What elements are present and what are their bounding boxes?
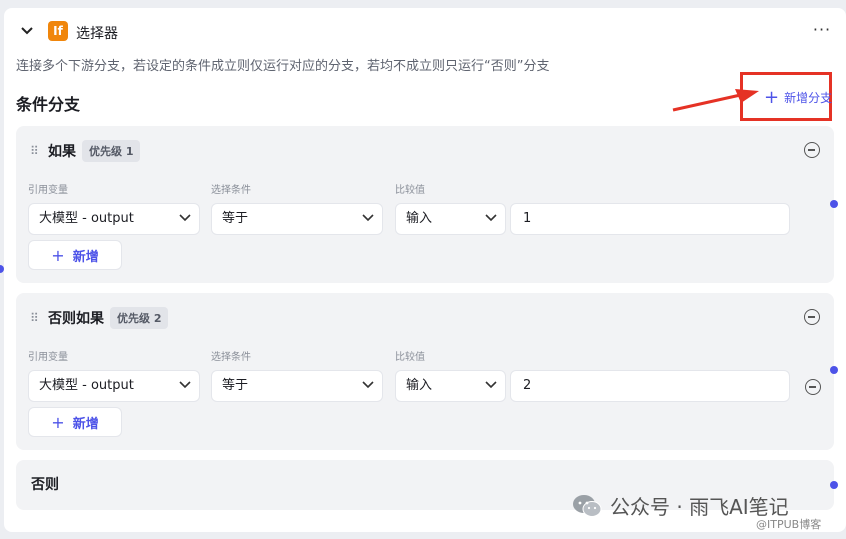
branch-header: ⠿ 否则如果 优先级 2 <box>30 307 169 329</box>
drag-handle-icon[interactable]: ⠿ <box>30 311 42 325</box>
compare-type-select[interactable]: 输入 <box>395 370 506 402</box>
node-title[interactable]: 选择器 <box>76 23 118 43</box>
add-condition-label: 新增 <box>72 416 99 432</box>
add-branch-label: 新增分支 <box>784 91 833 105</box>
add-condition-label: 新增 <box>72 249 99 265</box>
condition-column-label: 选择条件 <box>211 185 251 196</box>
output-port-dot[interactable] <box>830 200 838 208</box>
else-label: 否则 <box>31 477 59 493</box>
collapse-chevron-icon[interactable] <box>20 24 34 38</box>
plus-icon: + <box>51 245 65 265</box>
branch-header: ⠿ 如果 优先级 1 <box>30 140 141 162</box>
drag-handle-icon[interactable]: ⠿ <box>30 144 42 158</box>
more-options-icon[interactable]: ··· <box>812 21 832 41</box>
remove-branch-icon[interactable] <box>804 309 820 325</box>
compare-type-value: 输入 <box>406 378 433 393</box>
priority-badge: 优先级 1 <box>82 140 141 162</box>
add-condition-button[interactable]: + 新增 <box>28 240 122 270</box>
chevron-down-icon <box>485 214 497 222</box>
chevron-down-icon <box>485 381 497 389</box>
condition-select-value: 等于 <box>222 378 249 393</box>
plus-icon: + <box>51 412 65 432</box>
wechat-icon <box>573 494 602 517</box>
variable-select-value: 大模型 - output <box>39 211 134 226</box>
condition-column-label: 选择条件 <box>211 352 251 363</box>
remove-branch-icon[interactable] <box>804 142 820 158</box>
condition-select-value: 等于 <box>222 211 249 226</box>
add-branch-button[interactable]: + 新增分支 <box>764 86 833 108</box>
variable-select-value: 大模型 - output <box>39 378 134 393</box>
chevron-down-icon <box>362 381 374 389</box>
output-port-dot[interactable] <box>830 481 838 489</box>
chevron-down-icon <box>362 214 374 222</box>
condition-branch-card: ⠿ 否则如果 优先级 2 引用变量 选择条件 比较值 大模型 - output … <box>16 293 834 450</box>
remove-condition-icon[interactable] <box>805 379 821 395</box>
variable-select[interactable]: 大模型 - output <box>28 370 200 402</box>
compare-column-label: 比较值 <box>395 352 425 363</box>
condition-select[interactable]: 等于 <box>211 370 383 402</box>
section-title: 条件分支 <box>16 95 81 114</box>
chevron-down-icon <box>179 381 191 389</box>
compare-value-input[interactable]: 2 <box>510 370 790 402</box>
variable-column-label: 引用变量 <box>28 352 68 363</box>
branch-label: 否则如果 <box>48 311 104 327</box>
variable-select[interactable]: 大模型 - output <box>28 203 200 235</box>
compare-type-select[interactable]: 输入 <box>395 203 506 235</box>
output-port-dot[interactable] <box>830 366 838 374</box>
add-condition-button[interactable]: + 新增 <box>28 407 122 437</box>
compare-column-label: 比较值 <box>395 185 425 196</box>
chevron-down-icon <box>179 214 191 222</box>
compare-type-value: 输入 <box>406 211 433 226</box>
priority-badge: 优先级 2 <box>110 307 169 329</box>
plus-icon: + <box>764 86 780 108</box>
node-header: If 选择器 ··· <box>4 18 846 46</box>
selector-node-panel: If 选择器 ··· 连接多个下游分支，若设定的条件成立则仅运行对应的分支，若均… <box>4 8 846 532</box>
sub-watermark: @ITPUB博客 <box>756 518 822 531</box>
branch-label: 如果 <box>48 144 76 160</box>
variable-column-label: 引用变量 <box>28 185 68 196</box>
condition-branch-card: ⠿ 如果 优先级 1 引用变量 选择条件 比较值 大模型 - output 等于… <box>16 126 834 283</box>
condition-select[interactable]: 等于 <box>211 203 383 235</box>
if-node-icon: If <box>48 21 68 41</box>
node-description: 连接多个下游分支，若设定的条件成立则仅运行对应的分支，若均不成立则只运行“否则”… <box>16 59 550 74</box>
compare-value-input[interactable]: 1 <box>510 203 790 235</box>
